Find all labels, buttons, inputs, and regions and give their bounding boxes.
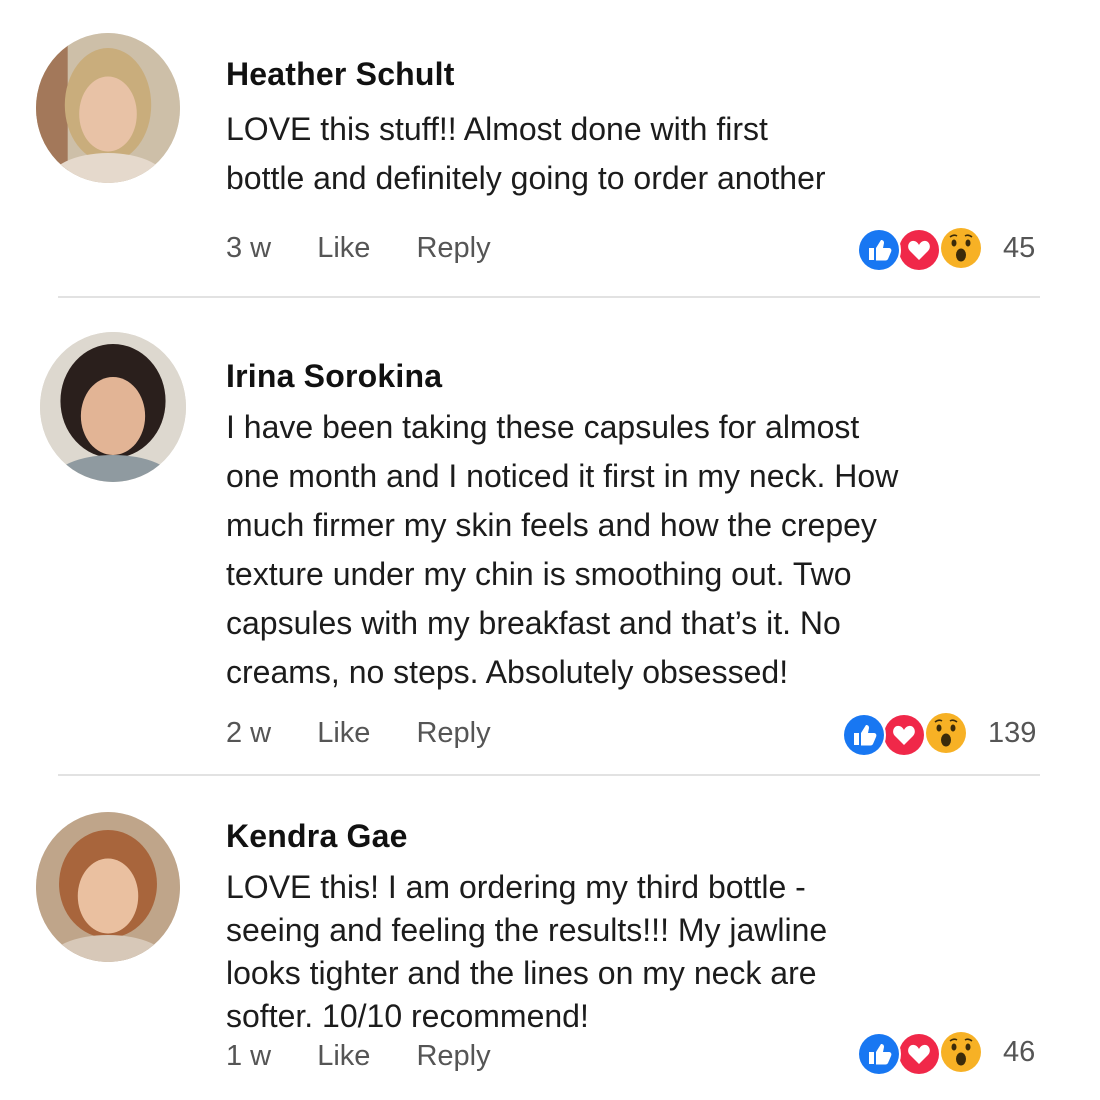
comment-line: LOVE this stuff!! Almost done with first: [226, 111, 768, 147]
reply-button[interactable]: Reply: [416, 717, 490, 750]
commenter-name[interactable]: Irina Sorokina: [226, 358, 442, 395]
comment-line: LOVE this! I am ordering my third bottle…: [226, 869, 806, 905]
reaction-summary[interactable]: 139: [842, 713, 1052, 757]
like-button[interactable]: Like: [317, 232, 370, 265]
comment-line: seeing and feeling the results!!! My jaw…: [226, 912, 828, 948]
like-button[interactable]: Like: [317, 1040, 370, 1073]
comment-actions: 3 w Like Reply: [226, 232, 529, 265]
comment-line: much firmer my skin feels and how the cr…: [226, 507, 877, 543]
like-icon: [842, 713, 886, 757]
avatar-photo: [36, 812, 180, 962]
love-icon: [897, 1032, 941, 1076]
reaction-count: 46: [1003, 1036, 1036, 1068]
comment-line: creams, no steps. Absolutely obsessed!: [226, 654, 789, 690]
avatar[interactable]: [36, 33, 180, 183]
comment-line: texture under my chin is smoothing out. …: [226, 556, 852, 592]
like-icon: [857, 1032, 901, 1076]
comment-actions: 1 w Like Reply: [226, 1040, 529, 1073]
comment-line: looks tighter and the lines on my neck a…: [226, 955, 817, 991]
comment-line: I have been taking these capsules for al…: [226, 409, 860, 445]
comment-divider: [58, 774, 1040, 776]
reaction-summary[interactable]: 45: [857, 228, 1057, 272]
comment-actions: 2 w Like Reply: [226, 717, 529, 750]
avatar-photo: [36, 33, 180, 183]
timestamp[interactable]: 3 w: [226, 232, 271, 265]
like-icon: [857, 228, 901, 272]
reply-button[interactable]: Reply: [416, 1040, 490, 1073]
comment-line: one month and I noticed it first in my n…: [226, 458, 899, 494]
love-icon: [882, 713, 926, 757]
commenter-name[interactable]: Kendra Gae: [226, 818, 408, 855]
commenter-name[interactable]: Heather Schult: [226, 56, 455, 93]
timestamp[interactable]: 1 w: [226, 1040, 271, 1073]
reply-button[interactable]: Reply: [416, 232, 490, 265]
comment-divider: [58, 296, 1040, 298]
timestamp[interactable]: 2 w: [226, 717, 271, 750]
reaction-count: 139: [988, 717, 1037, 749]
wow-icon: [941, 1032, 981, 1072]
reaction-summary[interactable]: 46: [857, 1032, 1057, 1076]
avatar-photo: [40, 332, 186, 482]
comment-line: bottle and definitely going to order ano…: [226, 160, 826, 196]
avatar[interactable]: [40, 332, 186, 482]
wow-icon: [926, 713, 966, 753]
comment-text: LOVE this stuff!! Almost done with first…: [226, 105, 986, 203]
like-button[interactable]: Like: [317, 717, 370, 750]
comment-text: LOVE this! I am ordering my third bottle…: [226, 866, 986, 1038]
wow-icon: [941, 228, 981, 268]
avatar[interactable]: [36, 812, 180, 962]
comment-text: I have been taking these capsules for al…: [226, 403, 986, 697]
comment-line: capsules with my breakfast and that’s it…: [226, 605, 841, 641]
reaction-count: 45: [1003, 232, 1036, 264]
love-icon: [897, 228, 941, 272]
